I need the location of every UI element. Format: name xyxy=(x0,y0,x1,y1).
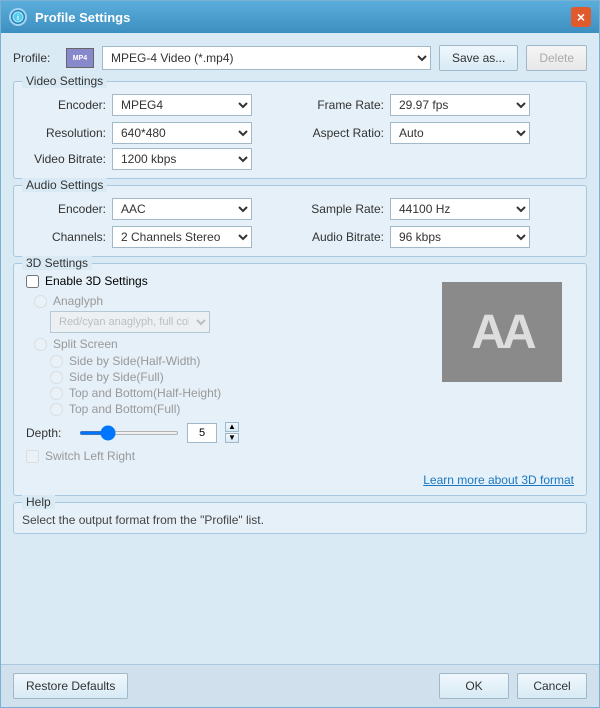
top-bottom-half-label: Top and Bottom(Half-Height) xyxy=(69,386,221,400)
switch-left-right-row: Switch Left Right xyxy=(26,449,574,463)
split-screen-radio[interactable] xyxy=(34,338,47,351)
audio-settings-grid: Encoder: AAC Sample Rate: 44100 Hz Chann… xyxy=(26,194,574,248)
side-by-side-half-label: Side by Side(Half-Width) xyxy=(69,354,200,368)
video-settings-grid: Encoder: MPEG4 Frame Rate: 29.97 fps Res… xyxy=(26,90,574,144)
3d-settings-title: 3D Settings xyxy=(22,256,92,270)
footer-right: OK Cancel xyxy=(439,673,587,699)
depth-spinner: ▲ ▼ xyxy=(225,422,239,443)
frame-rate-select[interactable]: 29.97 fps xyxy=(390,94,530,116)
top-bottom-half-radio[interactable] xyxy=(50,387,63,400)
svg-text:i: i xyxy=(17,15,19,22)
enable-3d-checkbox[interactable] xyxy=(26,275,39,288)
channels-select[interactable]: 2 Channels Stereo xyxy=(112,226,252,248)
profile-select[interactable]: MPEG-4 Video (*.mp4) xyxy=(102,46,431,70)
split-screen-label: Split Screen xyxy=(53,337,118,351)
profile-settings-window: i Profile Settings × Profile: MP4 MPEG-4… xyxy=(0,0,600,708)
video-bitrate-label: Video Bitrate: xyxy=(26,152,106,166)
restore-defaults-button[interactable]: Restore Defaults xyxy=(13,673,128,699)
depth-up-button[interactable]: ▲ xyxy=(225,422,239,432)
audio-settings-section: Audio Settings Encoder: AAC Sample Rate:… xyxy=(13,185,587,257)
switch-left-right-label: Switch Left Right xyxy=(45,449,135,463)
encoder-row: Encoder: MPEG4 xyxy=(26,94,296,116)
top-bottom-half-row: Top and Bottom(Half-Height) xyxy=(26,386,574,400)
audio-encoder-select[interactable]: AAC xyxy=(112,198,252,220)
video-settings-section: Video Settings Encoder: MPEG4 Frame Rate… xyxy=(13,81,587,179)
sample-rate-label: Sample Rate: xyxy=(304,202,384,216)
help-title: Help xyxy=(22,495,55,509)
window-icon: i xyxy=(9,8,27,26)
top-bottom-full-radio[interactable] xyxy=(50,403,63,416)
help-text: Select the output format from the "Profi… xyxy=(22,509,578,527)
resolution-select[interactable]: 640*480 xyxy=(112,122,252,144)
sample-rate-select[interactable]: 44100 Hz xyxy=(390,198,530,220)
audio-bitrate-select[interactable]: 96 kbps xyxy=(390,226,530,248)
profile-format-icon: MP4 xyxy=(66,48,94,68)
side-by-side-full-label: Side by Side(Full) xyxy=(69,370,164,384)
anaglyph-label: Anaglyph xyxy=(53,294,103,308)
video-bitrate-row: Video Bitrate: 1200 kbps xyxy=(26,144,574,170)
encoder-label: Encoder: xyxy=(26,98,106,112)
profile-row: Profile: MP4 MPEG-4 Video (*.mp4) Save a… xyxy=(13,41,587,75)
side-by-side-half-radio[interactable] xyxy=(50,355,63,368)
learn-more-row: Learn more about 3D format xyxy=(26,473,574,487)
audio-bitrate-row: Audio Bitrate: 96 kbps xyxy=(304,226,574,248)
close-button[interactable]: × xyxy=(571,7,591,27)
video-bitrate-select[interactable]: 1200 kbps xyxy=(112,148,252,170)
sample-rate-row: Sample Rate: 44100 Hz xyxy=(304,198,574,220)
window-title: Profile Settings xyxy=(35,10,571,25)
3d-preview-box: AA xyxy=(442,282,562,382)
top-bottom-full-row: Top and Bottom(Full) xyxy=(26,402,574,416)
title-bar: i Profile Settings × xyxy=(1,1,599,33)
audio-encoder-label: Encoder: xyxy=(26,202,106,216)
aspect-ratio-row: Aspect Ratio: Auto xyxy=(304,122,574,144)
main-content: Profile: MP4 MPEG-4 Video (*.mp4) Save a… xyxy=(1,33,599,664)
switch-left-right-checkbox[interactable] xyxy=(26,450,39,463)
depth-value-input[interactable] xyxy=(187,423,217,443)
frame-rate-row: Frame Rate: 29.97 fps xyxy=(304,94,574,116)
anaglyph-type-select[interactable]: Red/cyan anaglyph, full color xyxy=(50,311,210,333)
video-settings-title: Video Settings xyxy=(22,74,107,88)
resolution-row: Resolution: 640*480 xyxy=(26,122,296,144)
depth-slider[interactable] xyxy=(79,431,179,435)
anaglyph-radio[interactable] xyxy=(34,295,47,308)
cancel-button[interactable]: Cancel xyxy=(517,673,587,699)
enable-3d-label: Enable 3D Settings xyxy=(45,274,148,288)
resolution-label: Resolution: xyxy=(26,126,106,140)
preview-text: AA xyxy=(471,305,532,360)
profile-label: Profile: xyxy=(13,51,58,65)
save-as-button[interactable]: Save as... xyxy=(439,45,518,71)
help-section: Help Select the output format from the "… xyxy=(13,502,587,534)
ok-button[interactable]: OK xyxy=(439,673,509,699)
footer: Restore Defaults OK Cancel xyxy=(1,664,599,707)
depth-label: Depth: xyxy=(26,426,71,440)
delete-button[interactable]: Delete xyxy=(526,45,587,71)
channels-row: Channels: 2 Channels Stereo xyxy=(26,226,296,248)
aspect-ratio-select[interactable]: Auto xyxy=(390,122,530,144)
depth-row: Depth: ▲ ▼ xyxy=(26,422,574,443)
3d-content: Enable 3D Settings Anaglyph Red/cyan ana… xyxy=(26,274,574,469)
learn-more-link[interactable]: Learn more about 3D format xyxy=(423,473,574,487)
channels-label: Channels: xyxy=(26,230,106,244)
depth-down-button[interactable]: ▼ xyxy=(225,433,239,443)
3d-settings-section: 3D Settings Enable 3D Settings Anaglyph xyxy=(13,263,587,496)
encoder-select[interactable]: MPEG4 xyxy=(112,94,252,116)
aspect-ratio-label: Aspect Ratio: xyxy=(304,126,384,140)
audio-bitrate-label: Audio Bitrate: xyxy=(304,230,384,244)
side-by-side-full-radio[interactable] xyxy=(50,371,63,384)
audio-encoder-row: Encoder: AAC xyxy=(26,198,296,220)
audio-settings-title: Audio Settings xyxy=(22,178,107,192)
frame-rate-label: Frame Rate: xyxy=(304,98,384,112)
top-bottom-full-label: Top and Bottom(Full) xyxy=(69,402,180,416)
